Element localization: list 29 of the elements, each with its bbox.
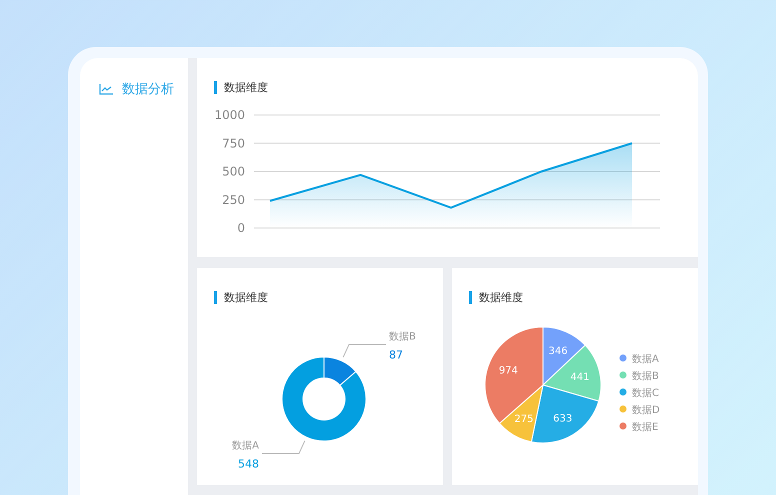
- legend-label: 数据A: [632, 354, 659, 365]
- panel-title: 数据维度: [479, 290, 523, 305]
- axis-tick-label: 750: [222, 136, 245, 150]
- slice-label: 数据B: [389, 331, 416, 342]
- slice-value: 548: [238, 458, 259, 471]
- slice-value: 275: [514, 414, 534, 425]
- slice-value: 974: [498, 365, 518, 376]
- axis-tick-label: 250: [222, 192, 245, 207]
- slice-value: 441: [570, 372, 590, 384]
- legend-label: 数据C: [632, 388, 659, 399]
- axis-tick-label: 0: [237, 221, 245, 235]
- slice-value: 346: [548, 346, 568, 358]
- slice-value: 633: [553, 414, 572, 425]
- panel-title: 数据维度: [224, 290, 268, 305]
- leader-line: [261, 440, 306, 454]
- panel-title: 数据维度: [224, 80, 268, 95]
- leader-line: [342, 344, 387, 358]
- title-marker: [214, 291, 217, 304]
- axis-tick-label: 1000: [214, 108, 245, 122]
- title-marker: [469, 291, 472, 304]
- slice-value: 87: [389, 348, 404, 362]
- legend-label: 数据E: [632, 422, 658, 433]
- legend-label: 数据D: [632, 405, 660, 416]
- legend-label: 数据B: [632, 371, 659, 382]
- slice-label: 数据A: [232, 440, 259, 452]
- axis-tick-label: 500: [222, 164, 245, 178]
- title-marker: [214, 81, 217, 94]
- sidebar-item[interactable]: 数据分析: [80, 80, 188, 98]
- line-chart-icon: [99, 84, 113, 94]
